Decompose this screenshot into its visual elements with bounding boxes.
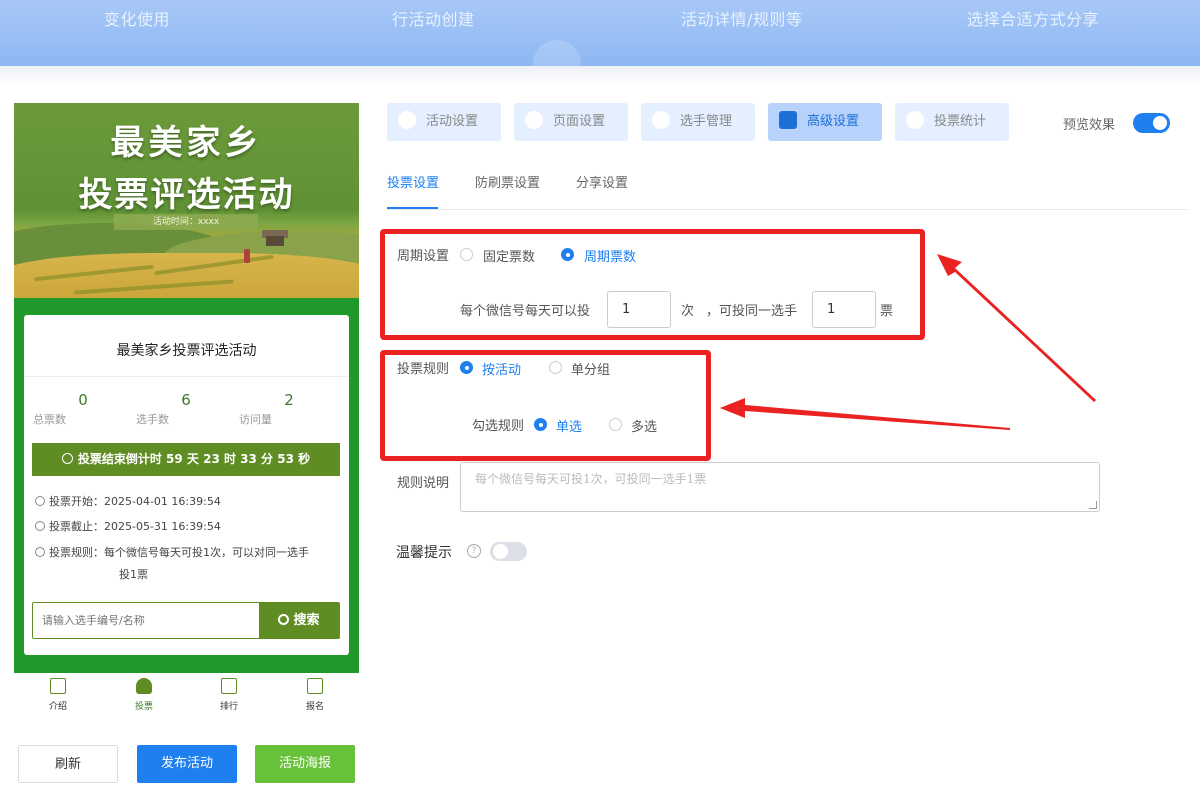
heart-icon (398, 111, 416, 129)
radio-fixed-votes[interactable] (460, 248, 473, 261)
radio-by-activity-label[interactable]: 按活动 (482, 359, 521, 378)
nav-activity-settings[interactable]: 活动设置 (387, 103, 501, 141)
id-card-icon (307, 678, 323, 694)
stat-contestants: 6 选手数 (136, 391, 191, 426)
radio-single-choice[interactable] (534, 418, 547, 431)
user-icon (652, 111, 670, 129)
hero-activity-time: 活动时间：xxxx (114, 214, 258, 230)
radio-by-activity[interactable] (460, 361, 473, 374)
hero-image: 最美家乡 投票评选活动 活动时间：xxxx (14, 103, 359, 298)
clock-icon (35, 521, 45, 531)
banner-decoration (533, 40, 581, 66)
tab-vote[interactable]: 投票 (114, 678, 174, 712)
bar-chart-icon (221, 678, 237, 694)
countdown-bar: 投票结束倒计时 59 天 23 时 33 分 53 秒 (32, 443, 340, 476)
per-day-count-input[interactable]: 1 (607, 291, 671, 328)
stat-visits: 2 访问量 (239, 391, 294, 426)
contestant-search: 搜索 (32, 602, 340, 639)
clock-icon (61, 453, 73, 464)
poster-button[interactable]: 活动海报 (255, 745, 355, 783)
radio-single-group-label[interactable]: 单分组 (571, 359, 610, 378)
activity-title: 最美家乡投票评选活动 (116, 343, 257, 359)
search-input[interactable] (33, 603, 261, 638)
radio-multi-choice[interactable] (609, 418, 622, 431)
publish-button[interactable]: 发布活动 (137, 745, 237, 783)
nav-contestant-management[interactable]: 选手管理 (641, 103, 755, 141)
arrow-to-period (937, 254, 1096, 402)
rule-description-label: 规则说明 (397, 476, 450, 491)
radio-multi-choice-label[interactable]: 多选 (631, 416, 657, 435)
hero-title-line2: 投票评选活动 (78, 175, 295, 215)
active-subtab-indicator (387, 207, 438, 209)
radio-single-choice-label[interactable]: 单选 (556, 416, 582, 435)
arrow-to-rule (720, 398, 1010, 430)
search-button[interactable]: 搜索 (259, 603, 339, 638)
stats-icon (906, 111, 924, 129)
same-contestant-count-input[interactable]: 1 (812, 291, 876, 328)
banner-step-4: 选择合适方式分享 (967, 10, 1100, 29)
page-icon (525, 111, 543, 129)
radio-periodic-votes[interactable] (561, 248, 574, 261)
help-icon[interactable]: ? (467, 544, 481, 558)
vote-rule-label: 投票规则 (397, 362, 450, 377)
activity-card: 最美家乡投票评选活动 0 总票数 6 选手数 2 访问量 投票结束倒计时 59 … (24, 315, 349, 655)
per-day-unit: 次 (681, 304, 695, 319)
radio-single-group[interactable] (549, 361, 562, 374)
phone-preview: 最美家乡 投票评选活动 活动时间：xxxx 最美家乡投票评选活动 0 总票数 6… (14, 103, 359, 673)
vote-rule: 投票规则：每个微信号每天可投1次，可以对同一选手 (35, 543, 309, 563)
subtab-vote-settings[interactable]: 投票设置 (387, 172, 439, 191)
banner-step-2: 行活动创建 (392, 10, 475, 29)
hero-title-line1: 最美家乡 (110, 123, 263, 163)
nav-advanced-settings[interactable]: 高级设置 (768, 103, 882, 141)
rule-description-textarea[interactable]: 每个微信号每天可投1次，可投同一选手1票 (460, 462, 1100, 512)
per-day-label: 每个微信号每天可以投 (460, 304, 591, 319)
vote-start-time: 投票开始：2025-04-01 16:39:54 (35, 492, 221, 512)
user-icon (136, 678, 152, 694)
clock-icon (35, 496, 45, 506)
search-icon (278, 614, 290, 625)
period-label: 周期设置 (397, 249, 450, 264)
preview-toggle[interactable] (1133, 113, 1170, 133)
radio-fixed-votes-label[interactable]: 固定票数 (483, 246, 535, 265)
top-banner: 变化使用 行活动创建 活动详情/规则等 选择合适方式分享 (0, 0, 1200, 66)
stat-total-votes: 0 总票数 (33, 391, 88, 426)
preview-toggle-label: 预览效果 (1063, 118, 1116, 133)
tip-label: 温馨提示 (396, 545, 452, 561)
radio-periodic-votes-label[interactable]: 周期票数 (584, 246, 636, 265)
same-contestant-label: ，可投同一选手 (706, 304, 798, 319)
nav-page-settings[interactable]: 页面设置 (514, 103, 628, 141)
check-rule-label: 勾选规则 (472, 419, 525, 434)
document-icon (50, 678, 66, 694)
tab-ranking[interactable]: 排行 (199, 678, 259, 712)
resize-handle-icon[interactable] (1089, 501, 1097, 509)
subtab-anti-fraud[interactable]: 防刷票设置 (475, 172, 540, 191)
subtab-share-settings[interactable]: 分享设置 (576, 172, 628, 191)
tip-toggle[interactable] (490, 542, 527, 561)
vote-rule-cont: 投1票 (119, 568, 148, 581)
sliders-icon (779, 111, 797, 129)
nav-vote-stats[interactable]: 投票统计 (895, 103, 1009, 141)
banner-shadow (0, 66, 1200, 86)
banner-step-3: 活动详情/规则等 (681, 10, 803, 29)
refresh-button[interactable]: 刷新 (18, 745, 118, 783)
preview-tabbar: 介绍 投票 排行 报名 (14, 673, 359, 718)
tab-signup[interactable]: 报名 (285, 678, 345, 712)
same-contestant-unit: 票 (880, 304, 894, 319)
tab-intro[interactable]: 介绍 (28, 678, 88, 712)
vote-end-time: 投票截止：2025-05-31 16:39:54 (35, 517, 221, 537)
banner-step-1: 变化使用 (104, 10, 171, 29)
info-icon (35, 547, 45, 557)
